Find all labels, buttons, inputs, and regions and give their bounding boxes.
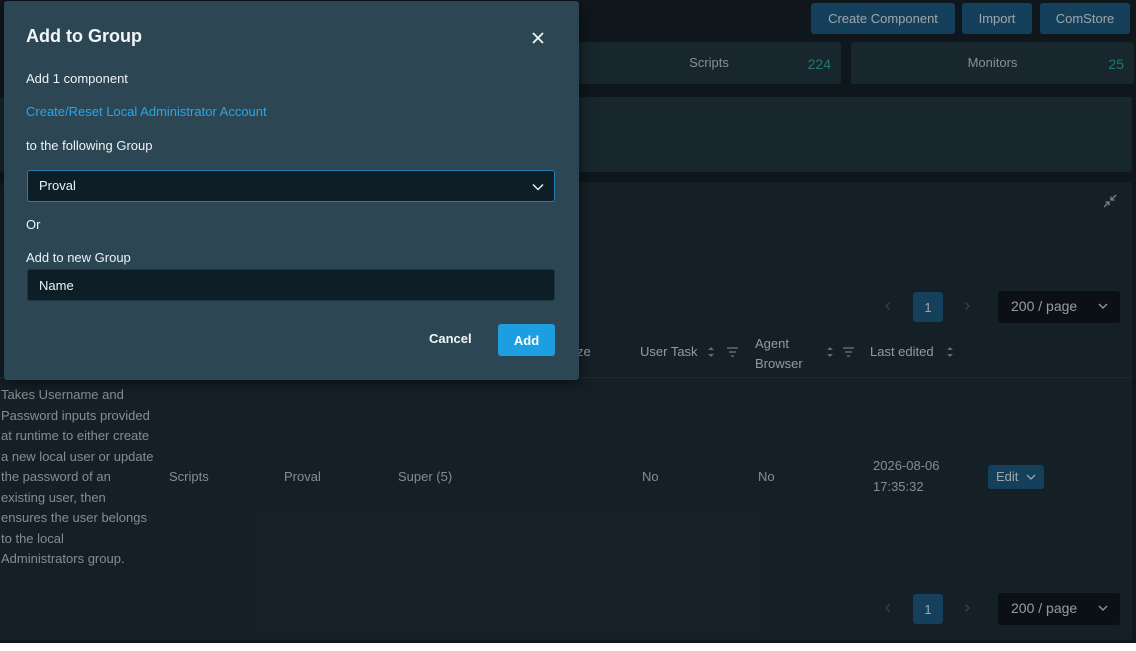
- group-select-value: Proval: [39, 178, 76, 193]
- following-group-text: to the following Group: [26, 138, 153, 153]
- add-button[interactable]: Add: [498, 324, 555, 356]
- add-to-group-modal: Add to Group Add 1 component Create/Rese…: [4, 1, 579, 380]
- component-name-link[interactable]: Create/Reset Local Administrator Account: [26, 104, 267, 119]
- close-icon[interactable]: [530, 30, 546, 46]
- or-text: Or: [26, 217, 41, 232]
- cancel-button[interactable]: Cancel: [429, 331, 472, 346]
- component-library-page: Create Component Import ComStore Scripts…: [0, 0, 1136, 643]
- new-group-label: Add to new Group: [26, 250, 131, 265]
- new-group-name-input[interactable]: [27, 269, 555, 301]
- modal-title: Add to Group: [26, 26, 142, 46]
- chevron-down-icon: [532, 184, 544, 191]
- group-select[interactable]: Proval: [27, 170, 555, 202]
- add-count-text: Add 1 component: [26, 71, 128, 86]
